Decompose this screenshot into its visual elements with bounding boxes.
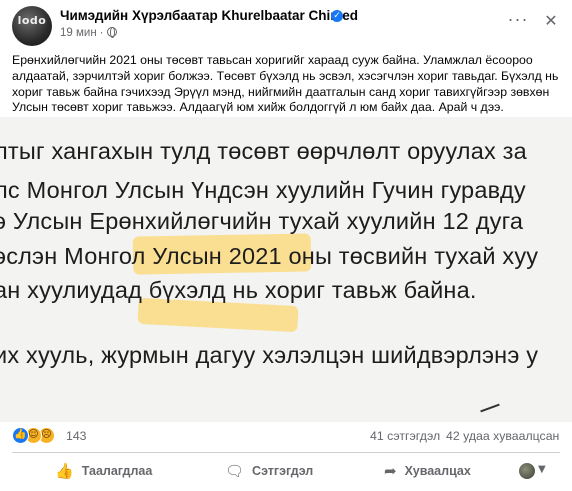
post-time[interactable]: 19 мин: [60, 27, 97, 39]
chevron-down-icon[interactable]: ▼: [538, 462, 550, 478]
image-text-line: их хууль, журмын дагуу хэлэлцэн шийдвэрл…: [0, 342, 539, 368]
share-label: Хуваалцах: [404, 464, 471, 478]
commenter-avatar[interactable]: [519, 463, 535, 479]
verified-icon: ✓: [331, 10, 343, 22]
thumbs-up-icon: 👍: [55, 462, 74, 480]
image-text-line: эслэн Монгол Улсын 2021 оны төсвийн туха…: [0, 243, 539, 269]
post-meta: 19 мин ·: [60, 27, 117, 39]
avatar[interactable]: lodo: [12, 6, 52, 46]
like-icon: 👍: [12, 427, 29, 444]
divider: [12, 452, 560, 453]
more-options-icon[interactable]: ···: [506, 10, 530, 32]
image-text-line: ан хуулиудад бүхэлд нь хориг тавьж байна…: [0, 277, 477, 303]
like-button[interactable]: 👍 Таалагдлаа: [55, 458, 152, 484]
image-mark: [480, 403, 500, 413]
comment-icon: 🗨: [225, 462, 245, 480]
share-icon: ➦: [384, 462, 397, 480]
comment-button[interactable]: 🗨 Сэтгэгдэл: [225, 458, 313, 484]
share-count[interactable]: 42 удаа хуваалцсан: [446, 429, 559, 443]
like-label: Таалагдлаа: [81, 464, 153, 478]
reaction-count[interactable]: 143: [66, 429, 87, 443]
avatar-logo-text: lodo: [17, 14, 47, 27]
post-text: Ерөнхийлөгчийн 2021 оны төсөвт тавьсан х…: [12, 53, 559, 115]
share-button[interactable]: ➦ Хуваалцах: [384, 458, 471, 484]
image-text-line: э Улсын Ерөнхийлөгчийн тухай хуулийн 12 …: [0, 208, 524, 234]
post-header: lodo Чимэдийн Хүрэлбаатар Khurelbaatar C…: [0, 0, 572, 46]
image-text-line: лс Монгол Улсын Үндсэн хуулийн Гучин гур…: [0, 177, 526, 203]
post-image[interactable]: лтыг хангахын тулд төсөвт өөрчлөлт оруул…: [0, 117, 572, 422]
globe-icon[interactable]: [106, 27, 117, 38]
author-name[interactable]: Чимэдийн Хүрэлбаатар Khurelbaatar Chimed: [60, 8, 358, 23]
comment-count[interactable]: 41 сэтгэгдэл: [370, 429, 440, 443]
close-icon[interactable]: ✕: [540, 10, 562, 32]
facebook-post: lodo Чимэдийн Хүрэлбаатар Khurelbaatar C…: [0, 0, 572, 491]
image-text-line: лтыг хангахын тулд төсөвт өөрчлөлт оруул…: [0, 138, 527, 164]
comment-label: Сэтгэгдэл: [252, 464, 314, 478]
